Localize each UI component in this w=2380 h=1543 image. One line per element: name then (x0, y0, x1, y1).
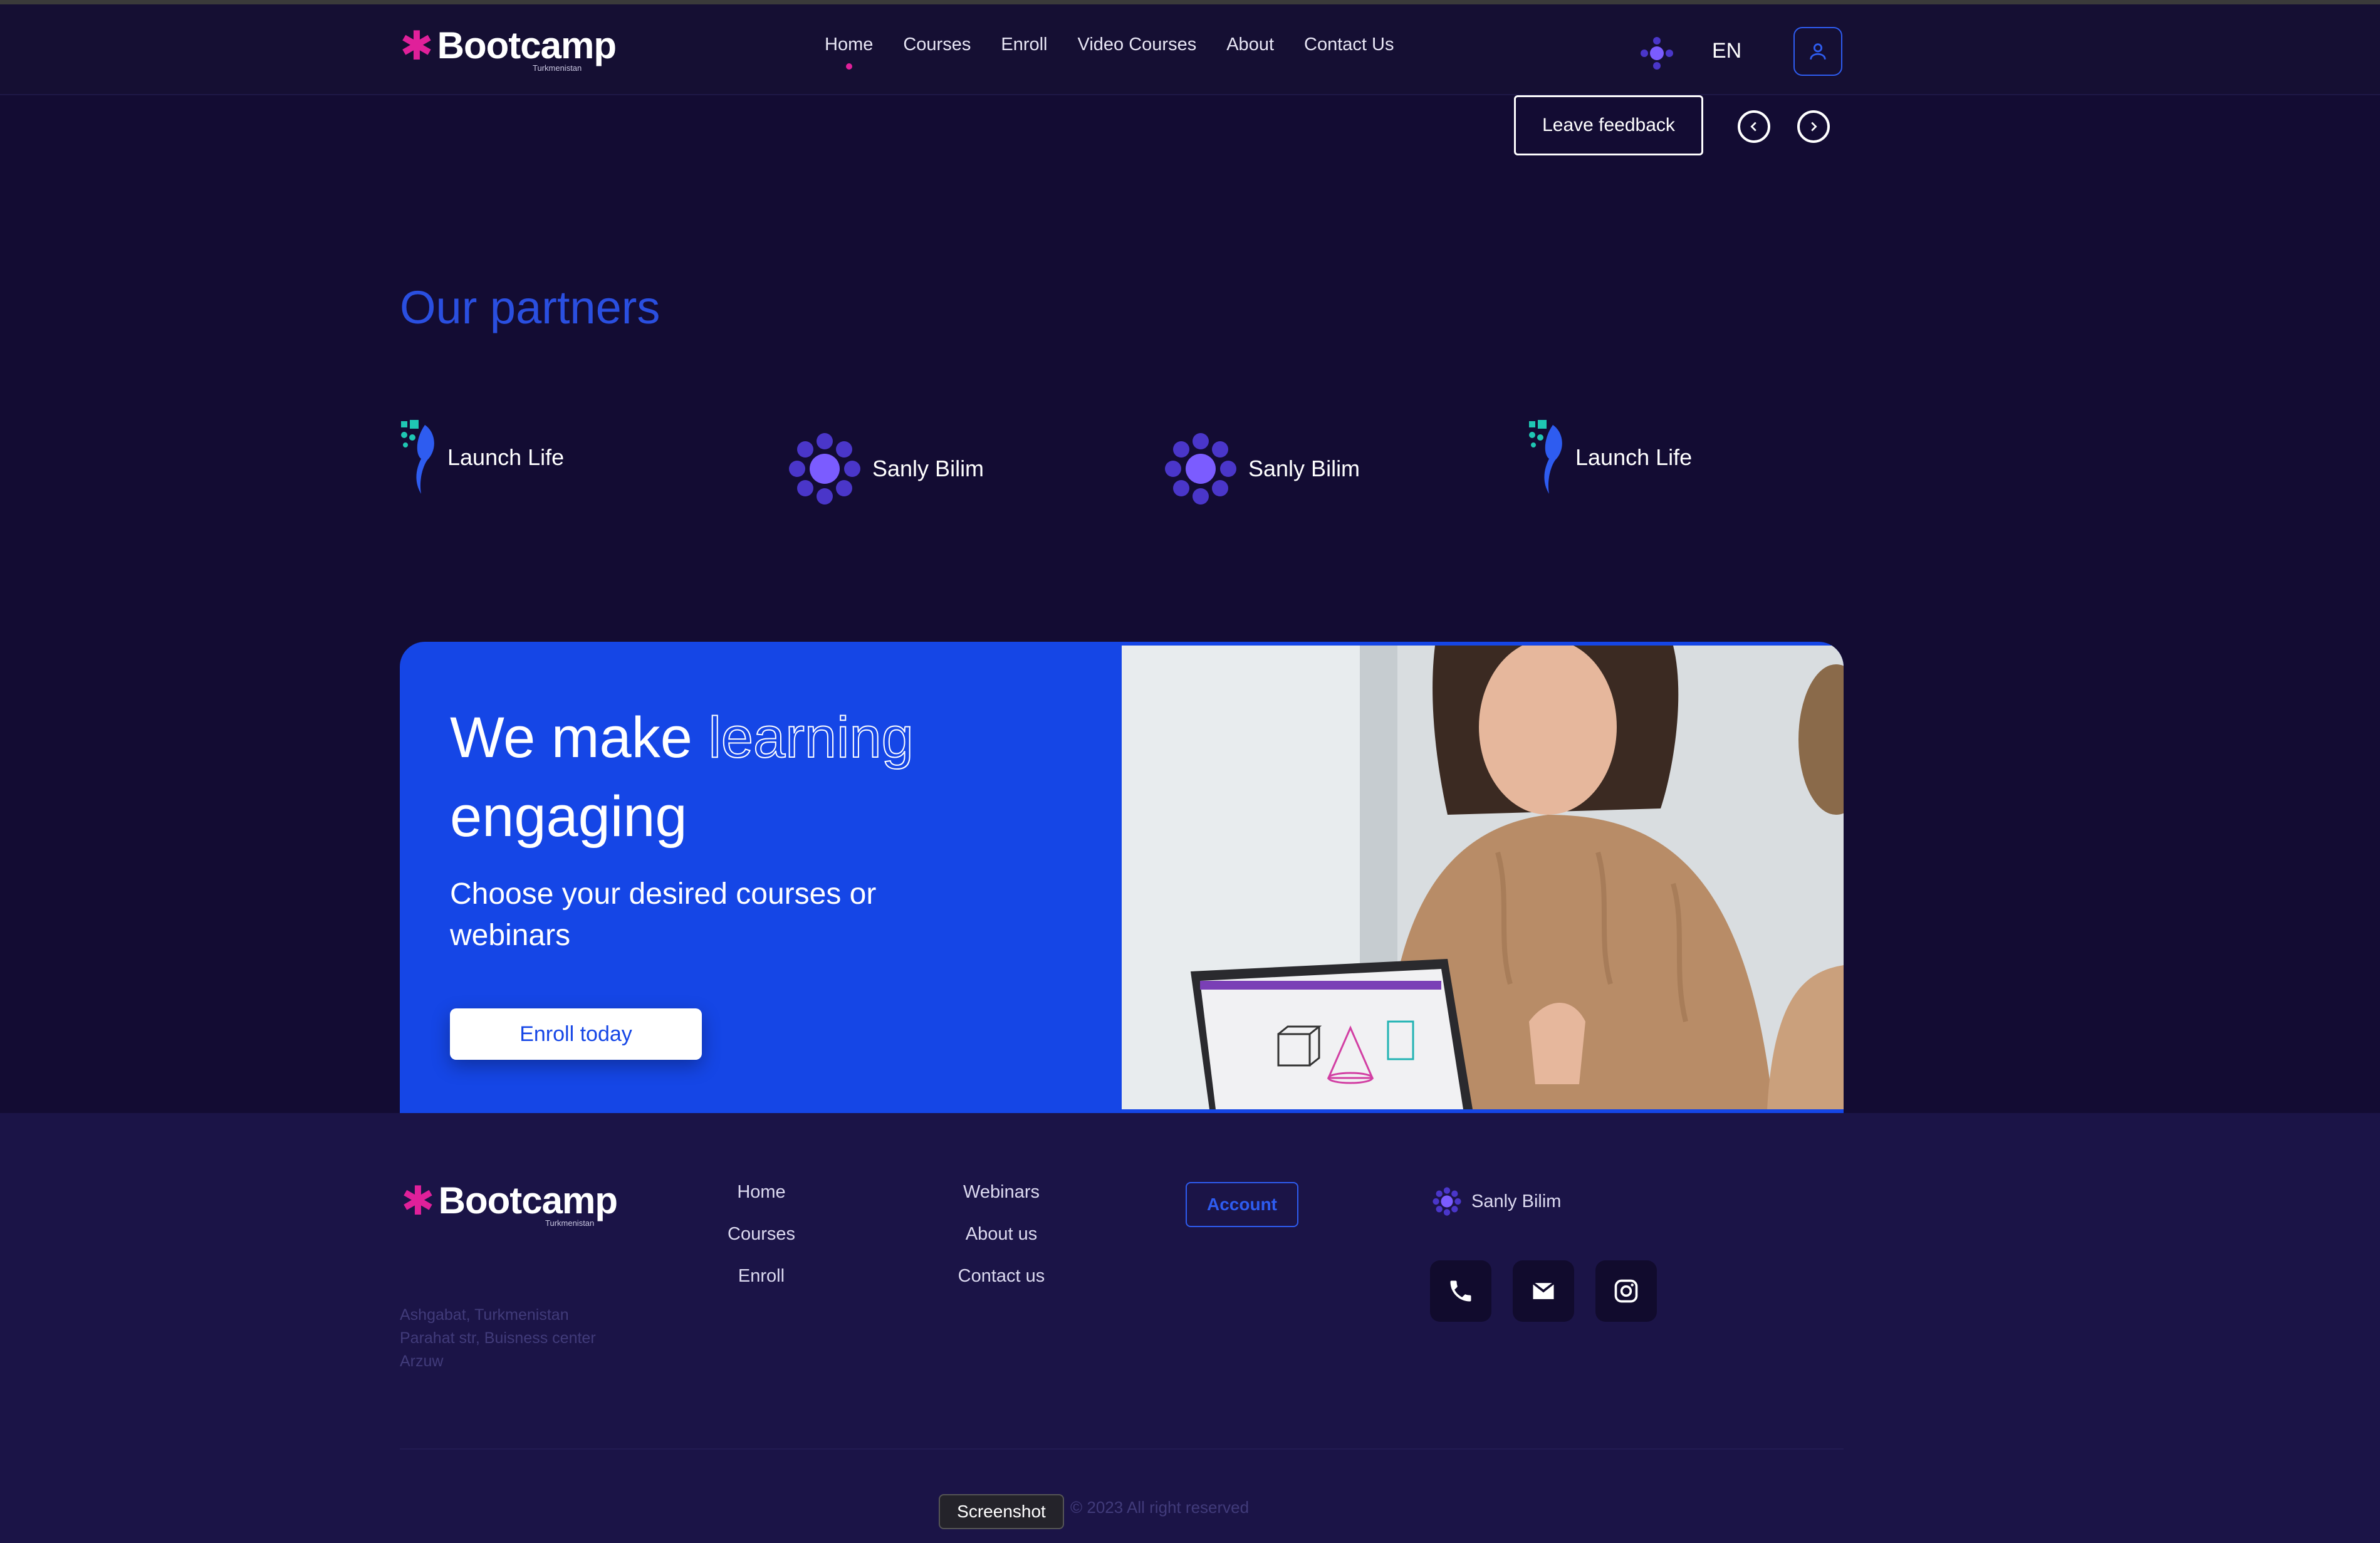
copyright-text: © 2023 All right reserved (1070, 1498, 1250, 1517)
main-nav: Home Courses Enroll Video Courses About … (825, 34, 1394, 70)
nav-enroll[interactable]: Enroll (1001, 34, 1047, 55)
nav-about[interactable]: About (1226, 34, 1274, 55)
address-line: Ashgabat, Turkmenistan (400, 1306, 569, 1324)
launch-life-logo-icon (1529, 420, 1562, 494)
footer-partner-name: Sanly Bilim (1471, 1191, 1562, 1211)
header-logo[interactable]: ✱ Bootcamp Turkmenistan (400, 23, 617, 73)
hero-title: We make learning engaging (450, 698, 1077, 856)
enroll-today-button[interactable]: Enroll today (450, 1008, 702, 1060)
carousel-next-button[interactable] (1797, 110, 1830, 143)
footer-link-enroll[interactable]: Enroll (738, 1266, 785, 1287)
address-line: Parahat str, Buisness center (400, 1329, 596, 1347)
address-line: Arzuw (400, 1352, 444, 1370)
partner-name: Launch Life (447, 444, 565, 470)
leave-feedback-button[interactable]: Leave feedback (1514, 95, 1703, 155)
footer-link-home[interactable]: Home (737, 1182, 785, 1203)
launch-life-logo-icon (401, 420, 434, 494)
logo-text: Bootcamp (437, 24, 617, 66)
footer-link-about-us[interactable]: About us (966, 1224, 1037, 1245)
footer-link-contact-us[interactable]: Contact us (958, 1266, 1045, 1287)
carousel-prev-button[interactable] (1738, 110, 1770, 143)
logo-subtext: Turkmenistan (545, 1218, 595, 1228)
hero-title-outline-word: learning (707, 705, 914, 770)
hero-title-part1: We make (450, 706, 692, 770)
language-selector[interactable]: EN (1712, 39, 1741, 63)
logo-text: Bootcamp (438, 1179, 618, 1221)
partner-name: Launch Life (1575, 444, 1693, 470)
instagram-button[interactable] (1595, 1260, 1657, 1322)
bootcamp-star-icon: ✱ (401, 1178, 435, 1223)
nav-video-courses[interactable]: Video Courses (1078, 34, 1197, 55)
footer-links-col2: Webinars About us Contact us (939, 1182, 1064, 1287)
footer-logo[interactable]: ✱ Bootcamp Turkmenistan (401, 1178, 618, 1228)
instagram-icon (1614, 1279, 1638, 1303)
partners-title: Our partners (400, 281, 660, 333)
bootcamp-star-icon: ✱ (400, 23, 434, 68)
nav-home[interactable]: Home (825, 34, 873, 70)
phone-button[interactable] (1430, 1260, 1491, 1322)
partner-item[interactable]: Launch Life (1528, 419, 1692, 496)
window-top-border (0, 0, 2380, 4)
mail-icon (1532, 1282, 1555, 1299)
partner-name: Sanly Bilim (1248, 456, 1360, 481)
account-button[interactable] (1793, 27, 1842, 76)
sanly-bilim-logo-icon (789, 433, 860, 505)
partner-item[interactable]: Sanly Bilim (788, 432, 984, 505)
nav-courses[interactable]: Courses (903, 34, 971, 55)
phone-icon (1450, 1280, 1471, 1302)
logo-subtext: Turkmenistan (533, 63, 582, 73)
footer-link-webinars[interactable]: Webinars (963, 1182, 1040, 1203)
footer-links-col1: Home Courses Enroll (699, 1182, 824, 1287)
site-header: ✱ Bootcamp Turkmenistan Home Courses Enr… (0, 4, 2380, 95)
partner-item[interactable]: Launch Life (400, 419, 564, 496)
theme-toggle-icon[interactable] (1638, 34, 1676, 72)
site-footer: ✱ Bootcamp Turkmenistan Ashgabat, Turkme… (0, 1113, 2380, 1543)
hero-subtitle: Choose your desired courses or webinars (450, 877, 877, 952)
footer-divider (400, 1448, 1844, 1450)
footer-address: Ashgabat, Turkmenistan Parahat str, Buis… (400, 1304, 650, 1373)
hero-banner: We make learning engaging Choose your de… (400, 642, 1844, 1113)
partner-item[interactable]: Sanly Bilim (1164, 432, 1360, 505)
partner-name: Sanly Bilim (872, 456, 984, 481)
chevron-right-icon (1811, 122, 1817, 132)
user-icon (1810, 43, 1826, 60)
nav-contact-us[interactable]: Contact Us (1304, 34, 1394, 55)
footer-partner[interactable]: Sanly Bilim (1433, 1187, 1561, 1216)
sanly-bilim-logo-icon (1165, 433, 1236, 505)
hero-student-photo (1122, 646, 1844, 1109)
hero-title-part2: engaging (450, 785, 687, 849)
footer-link-courses[interactable]: Courses (728, 1224, 795, 1245)
footer-account-button[interactable]: Account (1186, 1182, 1298, 1227)
screenshot-tooltip: Screenshot (939, 1494, 1064, 1529)
mail-button[interactable] (1513, 1260, 1574, 1322)
sanly-bilim-logo-icon (1433, 1187, 1461, 1216)
chevron-left-icon (1750, 122, 1756, 132)
